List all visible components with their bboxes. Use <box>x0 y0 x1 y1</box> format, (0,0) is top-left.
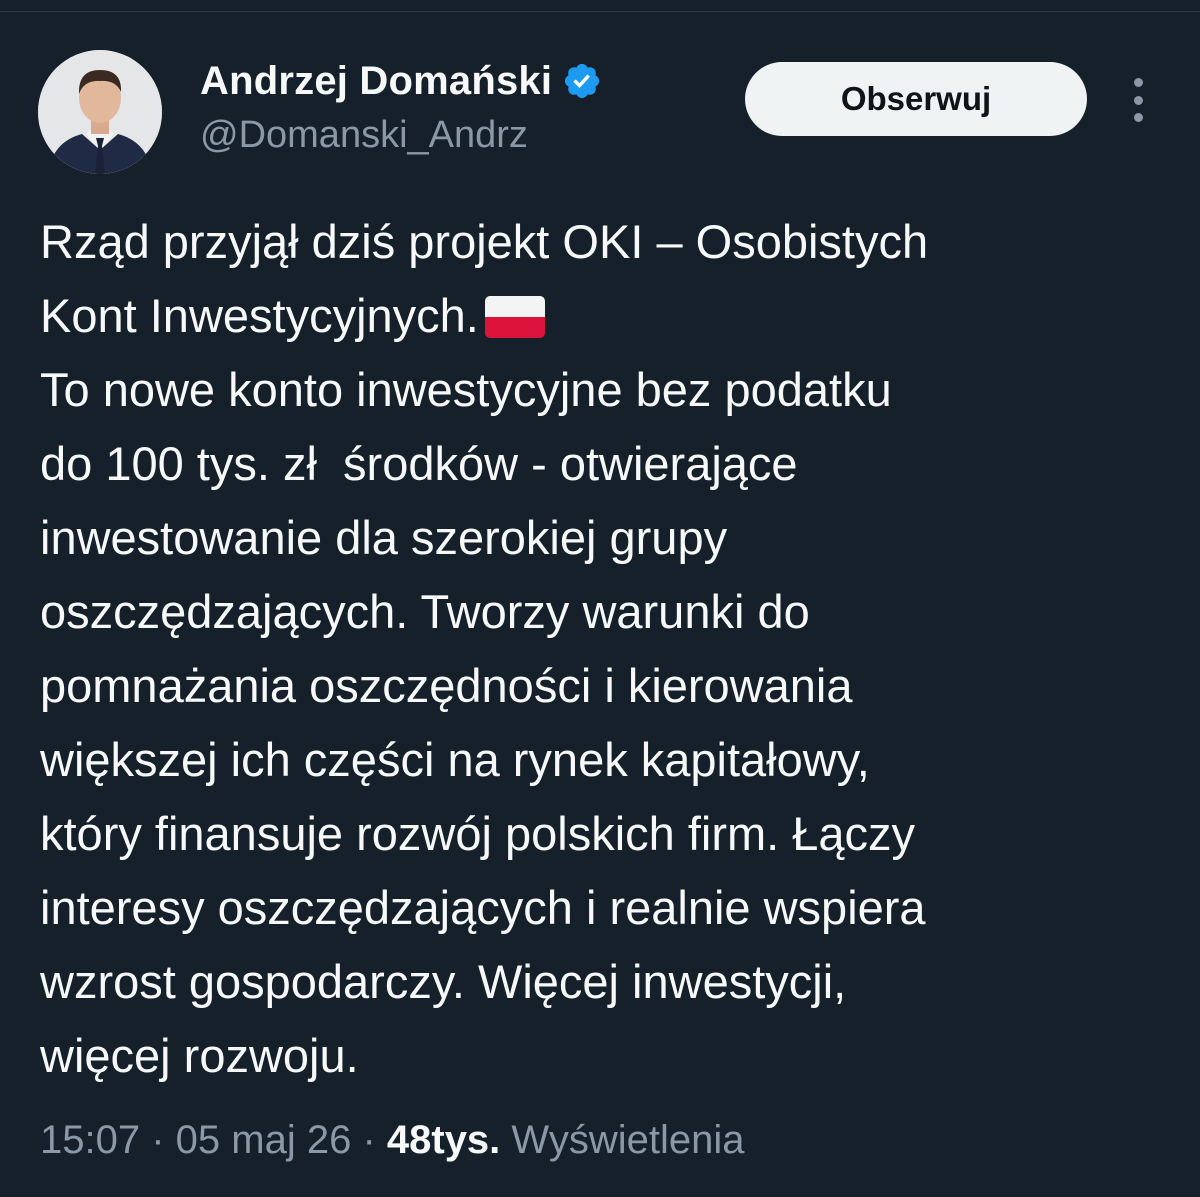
tweet-line: który finansuje rozwój polskich firm. Łą… <box>40 807 916 860</box>
tweet-line: do 100 tys. zł środków - otwierające <box>40 437 798 490</box>
more-options-icon[interactable] <box>1120 78 1156 122</box>
follow-button[interactable]: Obserwuj <box>745 62 1087 136</box>
tweet-line: inwestowanie dla szerokiej grupy <box>40 511 728 564</box>
tweet-line: wzrost gospodarczy. Więcej inwestycji, <box>40 955 847 1008</box>
tweet-date[interactable]: 05 maj 26 <box>176 1118 352 1162</box>
flag-poland-icon <box>484 296 545 338</box>
tweet-text: Rząd przyjął dziś projekt OKI – Osobisty… <box>40 205 1170 1093</box>
tweet-line: oszczędzających. Tworzy warunki do <box>40 585 810 638</box>
more-dot <box>1133 113 1143 122</box>
views-label[interactable]: Wyświetlenia <box>511 1118 744 1162</box>
tweet-line: interesy oszczędzających i realnie wspie… <box>40 881 926 934</box>
tweet-meta: 15:07 · 05 maj 26 · 48tys. Wyświetlenia <box>40 1118 744 1163</box>
meta-separator: · <box>351 1118 387 1162</box>
meta-separator: · <box>140 1118 176 1162</box>
author-display-name[interactable]: Andrzej Domański <box>200 59 552 104</box>
views-count[interactable]: 48tys. <box>387 1118 500 1162</box>
author-handle[interactable]: @Domanski_Andrz <box>200 114 528 157</box>
tweet-line: większej ich części na rynek kapitałowy, <box>40 733 870 786</box>
avatar[interactable] <box>38 50 162 174</box>
tweet-line: więcej rozwoju. <box>40 1029 359 1082</box>
top-divider <box>0 0 1200 12</box>
tweet-line: Rząd przyjął dziś projekt OKI – Osobisty… <box>40 215 929 268</box>
tweet-time[interactable]: 15:07 <box>40 1118 140 1162</box>
profile-photo <box>38 50 162 174</box>
author-name-row: Andrzej Domański <box>200 56 602 106</box>
tweet-line: Kont Inwestycyjnych. <box>40 289 479 342</box>
more-dot <box>1133 78 1143 87</box>
tweet-line: pomnażania oszczędności i kierowania <box>40 659 853 712</box>
verified-badge-icon[interactable] <box>562 61 602 101</box>
more-dot <box>1133 95 1143 105</box>
tweet-line: To nowe konto inwestycyjne bez podatku <box>40 363 892 416</box>
